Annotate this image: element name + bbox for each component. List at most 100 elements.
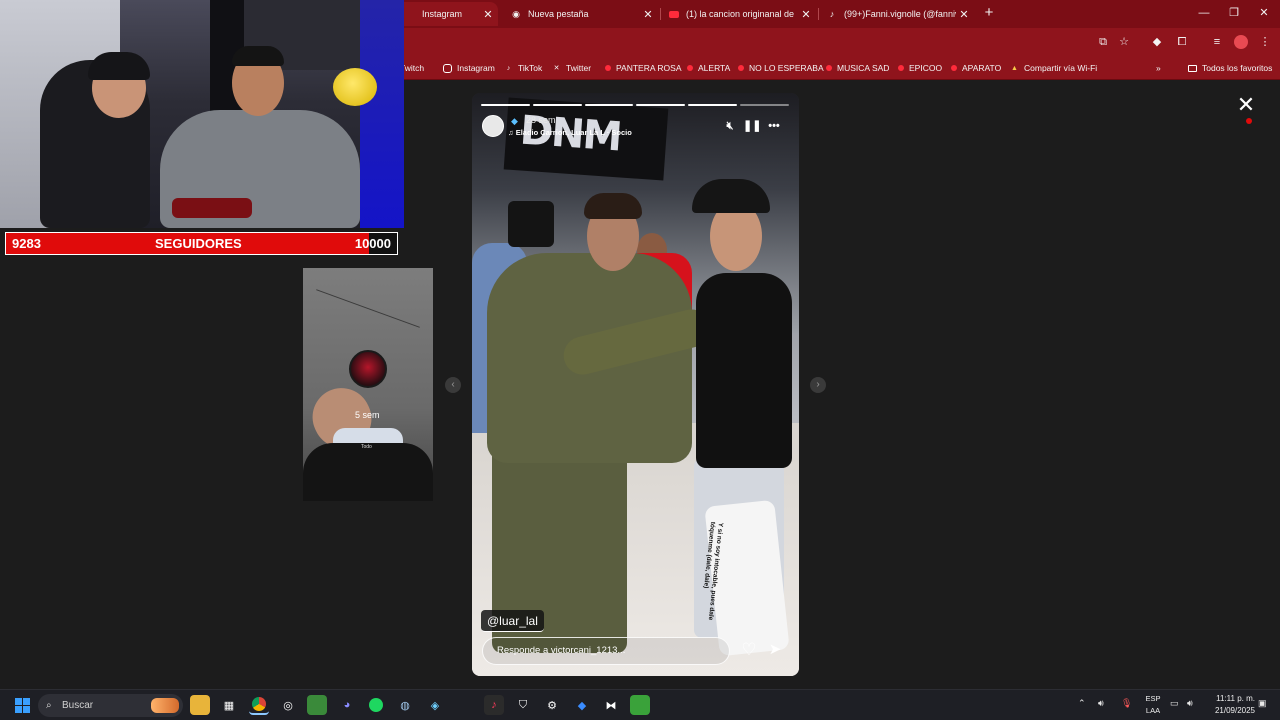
discord-icon[interactable]: ◕ <box>337 695 357 715</box>
reply-input[interactable]: Responde a victorcani_1213... <box>482 637 730 665</box>
restore-icon[interactable]: ❐ <box>1224 4 1244 22</box>
followers-goal: 10000 <box>354 236 391 251</box>
mute-icon[interactable]: 🔇︎ <box>722 118 738 134</box>
windows-start-icon[interactable] <box>12 695 32 715</box>
shield-icon[interactable]: ⛉ <box>513 695 533 715</box>
file-explorer-icon[interactable] <box>190 695 210 715</box>
profile-avatar-icon[interactable] <box>1232 33 1250 51</box>
language-indicator[interactable]: ESP LAA <box>1143 693 1163 717</box>
all-bookmarks-folder[interactable]: Todos los favoritos <box>1188 60 1272 76</box>
taskbar: ⌕ Buscar ▦ ◎ ◕ ◍ ◈ ♪ ⛉ ⚙ ◆ ⧓ ⌃ 🔊︎ 🎙︎ ESP… <box>0 689 1280 720</box>
tab-title: Nueva pestaña <box>528 9 589 19</box>
volume-icon[interactable]: 🔊︎ <box>1187 698 1193 709</box>
previous-story-arrow[interactable]: ‹ <box>445 377 461 393</box>
bookmark-label: Twitter <box>566 63 592 73</box>
close-window-icon[interactable]: ✕ <box>1254 4 1274 22</box>
instagram-icon <box>404 8 416 20</box>
clock-time: 11:11 p. m. <box>1216 694 1255 703</box>
bookmark-alerta[interactable]: ALERTA <box>687 60 730 76</box>
extension-diamond-icon[interactable]: ◆ <box>1148 33 1166 51</box>
chevron-up-icon[interactable]: ⌃ <box>1078 698 1086 709</box>
close-tab-icon[interactable]: ✕ <box>954 2 974 26</box>
settings-gear-icon[interactable]: ⚙ <box>542 695 562 715</box>
search-icon: ⌕ <box>46 700 52 711</box>
bookmark-epicoo[interactable]: EPICOO <box>898 60 942 76</box>
webcam-overlay <box>0 0 404 228</box>
clock[interactable]: 11:11 p. m. 21/09/2025 <box>1205 693 1255 717</box>
send-icon[interactable]: ➤ <box>766 641 784 659</box>
folder-icon <box>1188 64 1197 72</box>
microphone-icon[interactable]: 🎙︎ <box>1121 698 1132 709</box>
store-icon[interactable]: ▦ <box>219 695 239 715</box>
install-app-icon[interactable]: ⧉ <box>1094 33 1112 51</box>
like-heart-icon[interactable]: ♡ <box>740 641 758 659</box>
minecraft-icon[interactable] <box>630 695 650 715</box>
chrome-icon[interactable] <box>249 695 269 715</box>
keyboard-layout: LAA <box>1145 706 1161 715</box>
chrome-icon: ◉ <box>512 8 520 19</box>
network-icon[interactable]: ▭ <box>1170 698 1179 709</box>
photo-man2-body <box>696 273 792 468</box>
bookmark-twitter[interactable]: ✕ Twitter <box>552 60 591 76</box>
spotify-icon[interactable] <box>366 695 386 715</box>
language-code: ESP <box>1145 694 1161 703</box>
story-time: 28 sem <box>526 115 556 125</box>
youtube-icon <box>826 65 832 71</box>
media-control-icon[interactable]: ≡ <box>1208 33 1226 51</box>
tiktok-icon: ♪ <box>829 9 835 19</box>
bookmark-instagram[interactable]: Instagram <box>443 60 495 76</box>
bookmark-label: TikTok <box>518 63 543 73</box>
bookmark-aparato[interactable]: APARATO <box>951 60 1001 76</box>
webcam-person1-cap <box>88 52 150 80</box>
taskbar-search[interactable]: ⌕ Buscar <box>38 694 183 717</box>
screen: Instagram ✕ ◉ Nueva pestaña ✕ (1) la can… <box>0 0 1280 720</box>
close-viewer-icon[interactable]: ✕ <box>1236 94 1256 116</box>
minecraft-launcher-icon[interactable] <box>307 695 327 715</box>
tiktok-icon[interactable]: ♪ <box>484 695 504 715</box>
chrome-alt-icon[interactable]: ◎ <box>278 695 298 715</box>
close-tab-icon[interactable]: ✕ <box>638 2 658 26</box>
bookmark-label: NO LO ESPERABA <box>749 63 824 73</box>
more-options-icon[interactable]: ••• <box>766 118 782 134</box>
blue-app-icon[interactable]: ◆ <box>572 695 592 715</box>
youtube-icon <box>738 65 744 71</box>
current-story[interactable]: DNM Y si no soy intocable, pues dale tóq… <box>472 93 799 676</box>
new-tab-icon[interactable]: + <box>980 4 998 22</box>
story-music[interactable]: ♫ Eladio Carrion, Luar La L · Socio <box>508 128 632 137</box>
tab-title: (1) la cancion originanal de la p <box>686 9 794 19</box>
close-tab-icon[interactable]: ✕ <box>796 2 816 26</box>
previous-story-preview[interactable]: 5 sem Todo <box>303 268 433 501</box>
bookmark-musica-sad[interactable]: MUSICA SAD <box>826 60 889 76</box>
speaker-icon[interactable]: 🔊︎ <box>1098 698 1104 709</box>
followers-current: 9283 <box>12 236 41 251</box>
tab-youtube[interactable]: (1) la cancion originanal de la p ✕ <box>664 2 816 26</box>
bookmark-tiktok[interactable]: ♪ TikTok <box>504 60 543 76</box>
next-story-arrow[interactable]: › <box>810 377 826 393</box>
clock-date: 21/09/2025 <box>1214 706 1255 715</box>
story-progress-segment <box>740 104 789 106</box>
bookmark-star-icon[interactable]: ☆ <box>1115 33 1133 51</box>
tab-new-tab[interactable]: ◉ Nueva pestaña ✕ <box>504 2 658 26</box>
capcut-icon[interactable]: ⧓ <box>601 695 621 715</box>
bookmark-no-lo-esperaba[interactable]: NO LO ESPERABA <box>738 60 824 76</box>
notifications-icon[interactable]: ▣ <box>1258 698 1267 709</box>
minimize-icon[interactable]: — <box>1194 4 1214 22</box>
x-icon: ✕ <box>553 65 560 72</box>
mention-sticker[interactable]: @luar_lal <box>481 610 544 632</box>
pause-icon[interactable]: ❚❚ <box>743 118 761 134</box>
tab-tiktok[interactable]: ♪ (99+)Fanni.vignolle (@fannivig ✕ <box>822 2 974 26</box>
steam-icon[interactable]: ◍ <box>395 695 415 715</box>
story-music-label: Eladio Carrion, Luar La L · Socio <box>515 128 632 137</box>
search-placeholder: Buscar <box>62 700 94 711</box>
menu-icon[interactable]: ⋮ <box>1256 33 1274 51</box>
close-tab-icon[interactable]: ✕ <box>478 2 498 26</box>
tab-instagram[interactable]: Instagram ✕ <box>396 2 498 26</box>
extensions-icon[interactable]: ⧠ <box>1173 33 1191 51</box>
story-author-avatar[interactable] <box>482 115 504 137</box>
story-progress-segment <box>636 104 686 106</box>
app-icon[interactable]: ◈ <box>425 695 445 715</box>
bookmark-pantera-rosa[interactable]: PANTERA ROSA <box>605 60 682 76</box>
story-progress-segment <box>532 104 582 106</box>
bookmark-compartir-wifi[interactable]: ▲ Compartir vía Wi-Fi <box>1010 60 1097 76</box>
more-bookmarks-icon[interactable]: » <box>1156 60 1161 76</box>
